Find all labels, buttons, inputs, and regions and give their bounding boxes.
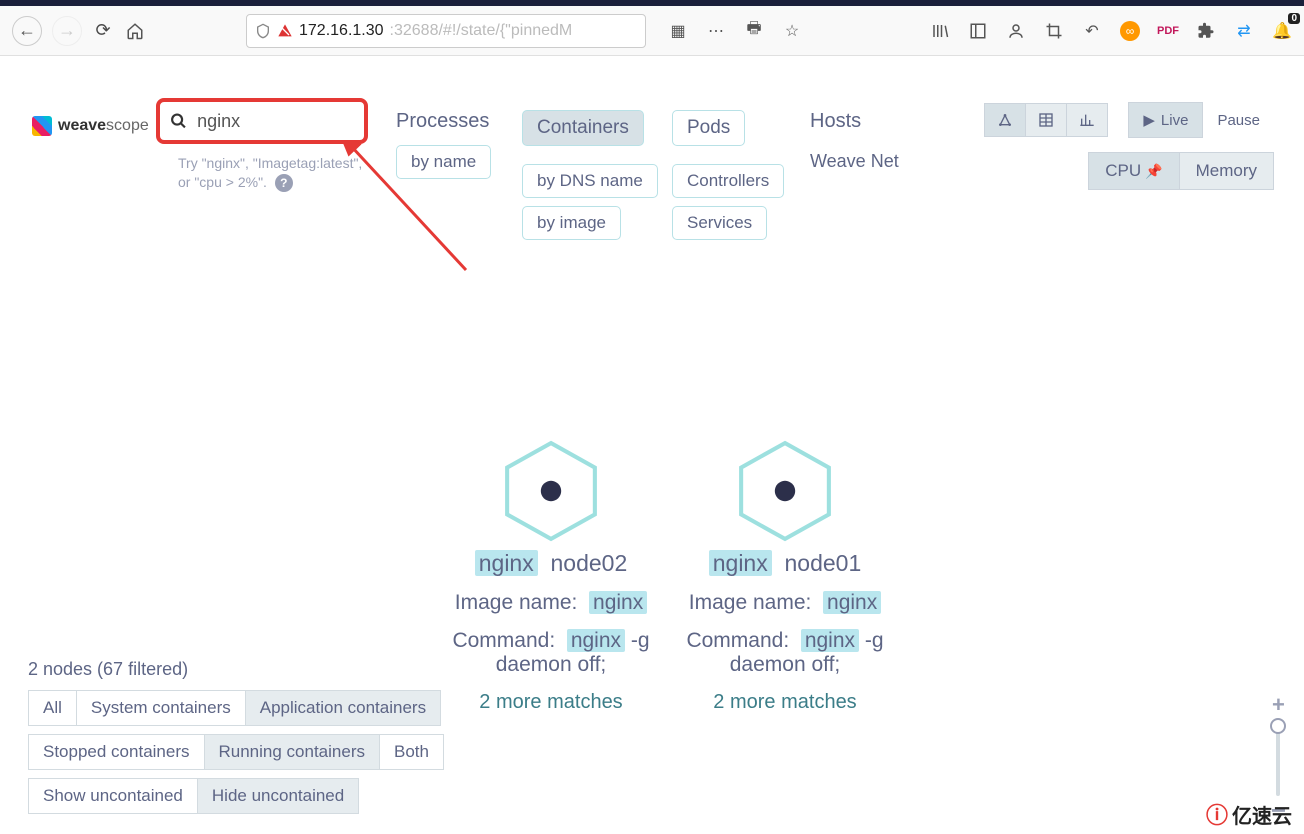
- infinity-icon[interactable]: ∞: [1120, 21, 1140, 41]
- sync-icon[interactable]: ⇄: [1234, 21, 1254, 41]
- logo-text-1: weave: [58, 117, 106, 134]
- nav-weavenet[interactable]: Weave Net: [810, 151, 930, 172]
- url-path: :32688/#!/state/{"pinnedM: [390, 22, 573, 40]
- reload-icon[interactable]: ⟳: [92, 20, 114, 42]
- app-root: weavescope Try "nginx", "Imagetag:latest…: [0, 80, 1304, 834]
- zoom-slider[interactable]: [1276, 726, 1280, 796]
- image-label: Image name:: [455, 591, 578, 614]
- pill-controllers[interactable]: Controllers: [672, 164, 784, 198]
- footer-filters: 2 nodes (67 filtered) All System contain…: [28, 659, 458, 822]
- pill-by-dns[interactable]: by DNS name: [522, 164, 658, 198]
- memory-button[interactable]: Memory: [1180, 152, 1274, 190]
- view-mode-group: [984, 103, 1108, 137]
- node-card[interactable]: nginx node01 Image name: nginx Command: …: [660, 440, 910, 714]
- browser-tabstrip: [0, 0, 1304, 6]
- nav-containers[interactable]: Containers: [522, 110, 644, 146]
- filter-row-2: Stopped containers Running containers Bo…: [28, 734, 458, 770]
- filter-application[interactable]: Application containers: [246, 690, 441, 726]
- node-name: nginx: [475, 550, 538, 576]
- undo-icon[interactable]: ↶: [1082, 21, 1102, 41]
- shield-icon: [255, 23, 271, 39]
- graph-canvas[interactable]: nginx node02 Image name: nginx Command: …: [0, 280, 1304, 694]
- puzzle-icon[interactable]: [1196, 21, 1216, 41]
- cmd-label: Command:: [452, 629, 555, 652]
- pill-by-name[interactable]: by name: [396, 145, 491, 179]
- account-icon[interactable]: [1006, 21, 1026, 41]
- filter-stopped[interactable]: Stopped containers: [28, 734, 205, 770]
- image-label: Image name:: [689, 591, 812, 614]
- view-chart-button[interactable]: [1067, 103, 1108, 137]
- pause-button[interactable]: Pause: [1203, 102, 1274, 138]
- url-host: 172.16.1.30: [299, 22, 384, 40]
- node-name: nginx: [709, 550, 772, 576]
- zoom-handle[interactable]: [1270, 718, 1286, 734]
- star-icon[interactable]: ☆: [782, 21, 802, 41]
- logo-icon: [32, 116, 52, 136]
- nav-processes[interactable]: Processes: [396, 110, 516, 133]
- view-table-button[interactable]: [1026, 103, 1067, 137]
- search-box[interactable]: [156, 98, 368, 144]
- pill-by-image[interactable]: by image: [522, 206, 621, 240]
- notif-badge: 0: [1288, 13, 1300, 24]
- logo-text-2: scope: [106, 117, 149, 134]
- printer-icon[interactable]: 🖶: [744, 21, 764, 41]
- hexagon-icon: [734, 440, 836, 542]
- cmd-hl: nginx: [801, 629, 859, 652]
- filter-row-3: Show uncontained Hide uncontained: [28, 778, 458, 814]
- crop-icon[interactable]: [1044, 21, 1064, 41]
- logo[interactable]: weavescope: [32, 116, 149, 136]
- watermark: ⓘ 亿速云: [1206, 798, 1292, 830]
- node-host: node02: [551, 550, 628, 576]
- live-pause-group: ▶ Live Pause: [1128, 102, 1274, 138]
- node-card[interactable]: nginx node02 Image name: nginx Command: …: [426, 440, 676, 714]
- hexagon-icon: [500, 440, 602, 542]
- filter-show-uncontained[interactable]: Show uncontained: [28, 778, 198, 814]
- more-icon[interactable]: ⋯: [706, 21, 726, 41]
- forward-button[interactable]: →: [52, 16, 82, 46]
- metric-group: CPU📌 Memory: [1088, 152, 1274, 190]
- cpu-button[interactable]: CPU📌: [1088, 152, 1179, 190]
- more-matches[interactable]: 2 more matches: [426, 691, 676, 714]
- search-input[interactable]: [197, 111, 354, 132]
- search-icon: [170, 111, 187, 131]
- notifications-icon[interactable]: 🔔0: [1272, 21, 1292, 41]
- live-button[interactable]: ▶ Live: [1128, 102, 1203, 138]
- more-matches[interactable]: 2 more matches: [660, 691, 910, 714]
- filter-all[interactable]: All: [28, 690, 77, 726]
- pill-services[interactable]: Services: [672, 206, 767, 240]
- library-icon[interactable]: [930, 21, 950, 41]
- view-graph-button[interactable]: [984, 103, 1026, 137]
- node-count: 2 nodes (67 filtered): [28, 659, 458, 680]
- cmd-label: Command:: [686, 629, 789, 652]
- home-icon[interactable]: [124, 20, 146, 42]
- filter-both[interactable]: Both: [380, 734, 444, 770]
- help-icon[interactable]: ?: [275, 174, 293, 192]
- image-value: nginx: [589, 591, 647, 614]
- pdf-icon[interactable]: PDF: [1158, 21, 1178, 41]
- image-value: nginx: [823, 591, 881, 614]
- search-hint: Try "nginx", "Imagetag:latest", or "cpu …: [178, 154, 378, 192]
- back-button[interactable]: ←: [12, 16, 42, 46]
- nav-hosts[interactable]: Hosts: [810, 110, 930, 133]
- url-bar[interactable]: 172.16.1.30 :32688/#!/state/{"pinnedM: [246, 14, 646, 48]
- zoom-in-button[interactable]: +: [1272, 692, 1285, 718]
- sidebar-icon[interactable]: [968, 21, 988, 41]
- pin-icon: 📌: [1145, 163, 1162, 179]
- qr-icon[interactable]: ▦: [668, 21, 688, 41]
- node-host: node01: [785, 550, 862, 576]
- insecure-icon: [277, 23, 293, 39]
- filter-row-1: All System containers Application contai…: [28, 690, 458, 726]
- browser-toolbar: ← → ⟳ 172.16.1.30 :32688/#!/state/{"pinne…: [0, 6, 1304, 56]
- filter-running[interactable]: Running containers: [205, 734, 380, 770]
- cmd-hl: nginx: [567, 629, 625, 652]
- nav-pods[interactable]: Pods: [672, 110, 745, 146]
- cloud-icon: ⓘ: [1206, 798, 1228, 830]
- filter-system[interactable]: System containers: [77, 690, 246, 726]
- filter-hide-uncontained[interactable]: Hide uncontained: [198, 778, 359, 814]
